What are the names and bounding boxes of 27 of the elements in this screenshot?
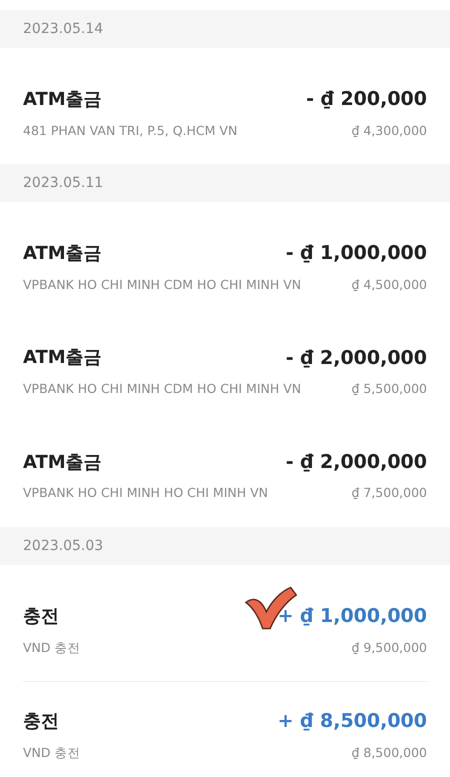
memo-text: VPBANK HO CHI MINH CDM HO CHI MINH VN xyxy=(23,380,302,398)
date-label: 2023.05.14 xyxy=(23,20,104,38)
amount-text: - ₫ 200,000 xyxy=(306,87,427,112)
date-label: 2023.05.11 xyxy=(23,174,104,193)
balance-text: ₫ 4,500,000 xyxy=(351,276,427,294)
amount-text: - ₫ 2,000,000 xyxy=(286,450,427,475)
date-label: 2023.05.03 xyxy=(23,536,104,556)
memo-text: VPBANK HO CHI MINH CDM HO CHI MINH VN xyxy=(23,276,302,294)
memo-text: VND 충전 xyxy=(23,744,81,762)
transaction-title: 충전 xyxy=(23,604,59,629)
balance-text: ₫ 9,500,000 xyxy=(351,638,427,656)
balance-text: ₫ 5,500,000 xyxy=(351,380,427,398)
transaction-title: 충전 xyxy=(23,710,59,734)
memo-text: VPBANK HO CHI MINH HO CHI MINH VN xyxy=(23,484,268,502)
balance-text: ₫ 4,300,000 xyxy=(351,122,427,140)
amount-text: - ₫ 1,000,000 xyxy=(286,241,427,266)
transaction-title: ATM출금 xyxy=(23,88,102,112)
memo-text: VND 충전 xyxy=(23,638,81,656)
memo-text: 481 PHAN VAN TRI, P.5, Q.HCM VN xyxy=(23,122,238,140)
transaction-title: ATM출금 xyxy=(23,346,102,370)
amount-text: - ₫ 2,000,000 xyxy=(286,346,427,370)
transaction-title: ATM출금 xyxy=(23,450,102,474)
transaction-title: ATM출금 xyxy=(23,242,102,266)
balance-text: ₫ 7,500,000 xyxy=(351,484,427,502)
amount-text: + ₫ 8,500,000 xyxy=(278,709,427,734)
amount-text: + ₫ 1,000,000 xyxy=(278,604,427,629)
balance-text: ₫ 8,500,000 xyxy=(351,744,427,762)
